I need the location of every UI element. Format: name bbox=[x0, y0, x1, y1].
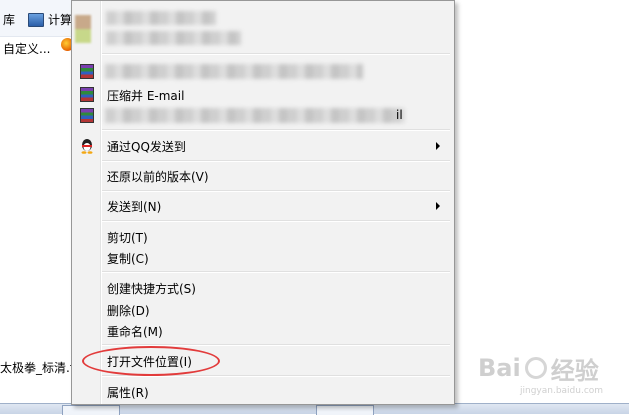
watermark-brand-2: 经验 bbox=[550, 356, 599, 385]
blurred-trailing-text: il bbox=[396, 108, 403, 122]
blurred-thumbnail bbox=[75, 15, 91, 43]
watermark-brand: Bai bbox=[478, 354, 521, 382]
menu-item-delete[interactable]: 删除(D) bbox=[74, 299, 452, 321]
blurred-item-top-2 bbox=[106, 31, 241, 45]
menu-item-label: 创建快捷方式(S) bbox=[107, 282, 196, 296]
menu-item-label: 剪切(T) bbox=[107, 231, 148, 245]
menu-item-label: 还原以前的版本(V) bbox=[107, 170, 209, 184]
menu-item-label: 属性(R) bbox=[107, 386, 149, 400]
taskbar-button-1[interactable] bbox=[62, 405, 120, 415]
blurred-label bbox=[105, 108, 405, 123]
file-name-label[interactable]: 太极拳_标清.f bbox=[0, 359, 74, 376]
menu-separator bbox=[102, 160, 450, 162]
menu-item-label: 发送到(N) bbox=[107, 200, 162, 214]
menu-item-cut[interactable]: 剪切(T) bbox=[74, 226, 452, 248]
menu-item-rar-1[interactable] bbox=[74, 61, 452, 83]
menu-item-copy[interactable]: 复制(C) bbox=[74, 247, 452, 269]
menu-item-restore-previous[interactable]: 还原以前的版本(V) bbox=[74, 165, 452, 187]
nav-custom[interactable]: 自定义... bbox=[3, 40, 50, 57]
menu-separator bbox=[102, 53, 450, 55]
menu-item-rar-3[interactable]: il bbox=[74, 105, 452, 127]
baidu-paw-icon bbox=[524, 357, 547, 379]
explorer-background bbox=[0, 0, 76, 413]
menu-separator bbox=[102, 220, 450, 222]
nav-computer[interactable]: 计算 bbox=[28, 11, 72, 28]
menu-item-compress-email[interactable]: 压缩并 E-mail bbox=[74, 84, 452, 106]
menu-separator bbox=[102, 129, 450, 131]
nav-computer-label: 计算 bbox=[48, 13, 73, 27]
menu-item-label: 复制(C) bbox=[107, 252, 149, 266]
menu-item-label: 压缩并 E-mail bbox=[107, 89, 185, 103]
highlight-circle bbox=[82, 346, 220, 376]
menu-separator bbox=[102, 271, 450, 273]
menu-item-send-to[interactable]: 发送到(N) bbox=[74, 195, 452, 217]
winrar-icon bbox=[80, 64, 94, 79]
menu-item-label: 删除(D) bbox=[107, 304, 150, 318]
winrar-icon bbox=[80, 87, 94, 102]
menu-separator bbox=[102, 190, 450, 192]
qq-penguin-icon bbox=[81, 139, 93, 154]
winrar-icon bbox=[80, 108, 94, 123]
watermark-url: jingyan.baidu.com bbox=[520, 386, 604, 396]
computer-icon bbox=[28, 12, 44, 27]
nav-library[interactable]: 库 bbox=[3, 11, 15, 28]
menu-item-send-via-qq[interactable]: 通过QQ发送到 bbox=[74, 135, 452, 157]
menu-item-rename[interactable]: 重命名(M) bbox=[74, 320, 452, 342]
menu-item-label: 重命名(M) bbox=[107, 325, 163, 339]
submenu-arrow-icon bbox=[436, 142, 440, 150]
menu-item-properties[interactable]: 属性(R) bbox=[74, 381, 452, 403]
taskbar-button-2[interactable] bbox=[316, 405, 374, 415]
blurred-label bbox=[105, 64, 363, 79]
submenu-arrow-icon bbox=[436, 202, 440, 210]
baidu-watermark: Bai 经验 bbox=[478, 350, 628, 386]
menu-item-create-shortcut[interactable]: 创建快捷方式(S) bbox=[74, 277, 452, 299]
menu-item-label: 通过QQ发送到 bbox=[107, 140, 186, 154]
context-menu: 压缩并 E-mail il 通过QQ发送到 还原以前的版本(V) 发送到(N) … bbox=[71, 0, 455, 405]
blurred-item-top-1 bbox=[106, 11, 216, 25]
